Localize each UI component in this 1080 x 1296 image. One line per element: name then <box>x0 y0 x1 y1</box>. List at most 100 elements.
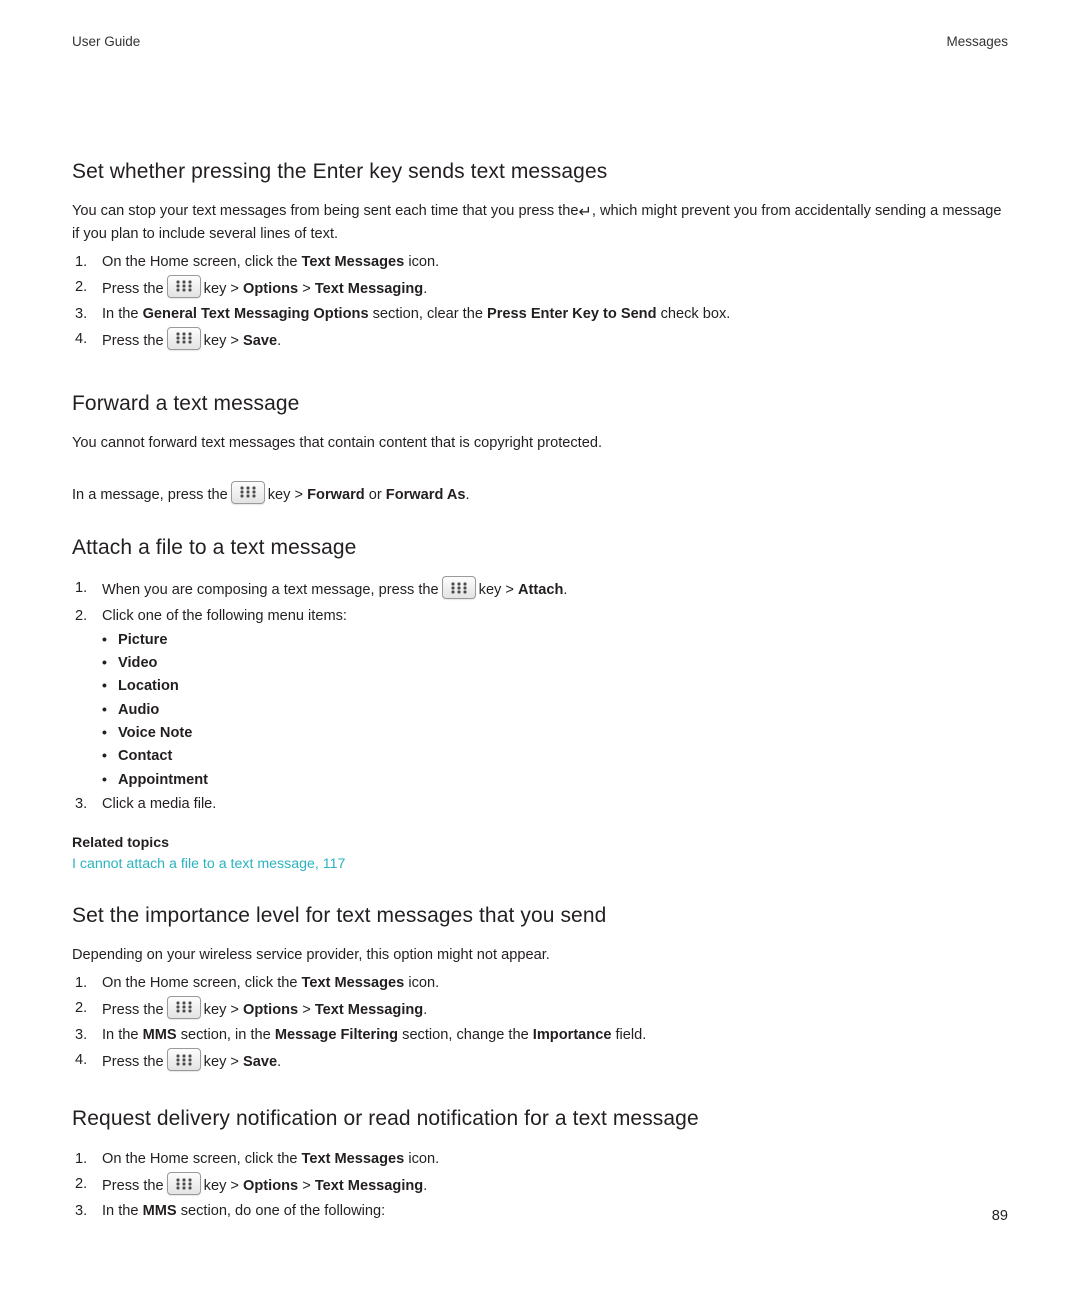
step-bold-text-messaging: Text Messaging <box>314 1001 424 1018</box>
step-text-3: section, change the <box>398 1027 533 1044</box>
page-number: 89 <box>991 1208 1008 1224</box>
blackberry-menu-key-icon <box>166 274 201 298</box>
step-number: 1. <box>75 580 88 597</box>
step-text-tail: icon. <box>404 1151 440 1168</box>
step-item: 4. Press the key > Save. <box>72 326 1008 354</box>
step-bold-text-messaging: Text Messaging <box>314 1178 424 1195</box>
section-title-importance: Set the importance level for text messag… <box>72 904 607 928</box>
step-item: 1. When you are composing a text message,… <box>72 576 1008 603</box>
step-text-key: key > <box>478 582 514 599</box>
step-bold-importance: Importance <box>532 1027 612 1044</box>
step-end: . <box>423 280 428 297</box>
running-head-left: User Guide <box>72 34 141 49</box>
step-end: . <box>277 332 282 349</box>
instruction-text-2: key > <box>267 486 304 503</box>
steps-list-notification: 1. On the Home screen, click the Text Mes… <box>72 1147 1008 1224</box>
section-title-enter-key: Set whether pressing the Enter key sends… <box>72 160 608 183</box>
instruction-bold-forward: Forward <box>307 486 365 503</box>
step-item: 1. On the Home screen, click the Text Mes… <box>72 1147 1008 1172</box>
blackberry-menu-key-icon <box>166 326 201 350</box>
step-bold-mms: MMS <box>142 1027 177 1044</box>
section-title-notification: Request delivery notification or read no… <box>72 1107 699 1131</box>
step-text-4: field. <box>611 1027 647 1044</box>
step-bold-attach: Attach <box>518 582 564 599</box>
step-number: 4. <box>75 1052 88 1069</box>
step-item: 2. Click one of the following menu items: <box>72 604 1008 629</box>
page-content: Set whether pressing the Enter key sends… <box>72 160 1008 1225</box>
step-bold-message-filtering: Message Filtering <box>274 1027 399 1044</box>
list-item: • Audio <box>72 699 1008 722</box>
step-item: 4. Press the key > Save. <box>72 1048 1008 1075</box>
step-text: When you are composing a text message, p… <box>102 582 439 599</box>
instruction-text-4: . <box>465 486 470 503</box>
step-text-2: section, do one of the following: <box>176 1203 386 1220</box>
bullet-icon: • <box>102 700 107 717</box>
bullet-icon: • <box>102 653 107 670</box>
section-intro-importance: Depending on your wireless service provi… <box>72 947 550 964</box>
step-text-2: section, clear the <box>368 305 487 322</box>
step-number: 3. <box>75 796 88 813</box>
step-item: 3. In the General Text Messaging Options … <box>72 302 1008 327</box>
step-number: 3. <box>75 305 88 322</box>
list-item: • Picture <box>72 629 1008 652</box>
step-text-key: key > <box>203 332 239 349</box>
step-item: 3. Click a media file. <box>72 792 1008 817</box>
blackberry-menu-key-icon <box>441 576 476 600</box>
step-bold-options: Options <box>243 1001 299 1018</box>
attach-menu-items-list: • Picture • Video • Location • Audio • Voice … <box>72 629 1008 792</box>
related-topic-link[interactable]: I cannot attach a file to a text message… <box>72 856 1008 872</box>
step-bold-save: Save <box>243 1054 278 1071</box>
steps-list-enter-key: 1. On the Home screen, click the Text Mes… <box>72 250 1008 354</box>
instruction-text-1: In a message, press the <box>72 486 228 503</box>
bullet-icon: • <box>102 677 107 694</box>
list-item: • Video <box>72 652 1008 675</box>
menu-item-label: Video <box>118 654 158 671</box>
step-bold: Text Messages <box>301 253 405 270</box>
step-item: 3. In the MMS section, do one of the foll… <box>72 1199 1008 1224</box>
step-text: In the <box>102 1203 143 1220</box>
step-end: . <box>563 582 568 599</box>
step-text-tail: icon. <box>404 253 440 270</box>
step-bold-save: Save <box>243 332 278 349</box>
step-item: 1. On the Home screen, click the Text Mes… <box>72 250 1008 275</box>
step-end: . <box>277 1054 282 1071</box>
related-topics-heading: Related topics <box>72 835 169 852</box>
list-item: • Location <box>72 675 1008 698</box>
section-title-attach: Attach a file to a text message <box>72 536 357 560</box>
step-text-key: key > <box>203 280 239 297</box>
blackberry-menu-key-icon <box>166 995 201 1019</box>
step-bold: Text Messages <box>301 1151 405 1168</box>
step-item: 2. Press the key > Options > Text Messagin… <box>72 1172 1008 1199</box>
step-text: Click a media file. <box>102 796 217 813</box>
list-item: • Contact <box>72 745 1008 768</box>
blackberry-menu-key-icon <box>230 480 265 504</box>
step-text: Click one of the following menu items: <box>102 607 347 624</box>
step-number: 1. <box>75 1151 88 1168</box>
blackberry-menu-key-icon <box>166 1048 201 1072</box>
section-intro-forward: You cannot forward text messages that co… <box>72 434 603 451</box>
step-text-tail: icon. <box>404 974 440 991</box>
step-text-3: check box. <box>656 305 731 322</box>
intro-text-part1: You can stop your text messages from bei… <box>72 203 579 219</box>
blackberry-menu-key-icon <box>166 1172 201 1196</box>
step-bold-options: Options <box>243 1178 299 1195</box>
bullet-icon: • <box>102 747 107 764</box>
instruction-bold-forward-as: Forward As <box>385 486 466 503</box>
step-text-key: key > <box>203 1001 239 1018</box>
step-number: 2. <box>75 607 88 624</box>
step-end: . <box>423 1001 428 1018</box>
instruction-text-3: or <box>368 486 382 503</box>
step-text: Press the <box>102 1054 164 1071</box>
menu-item-label: Voice Note <box>118 725 193 741</box>
step-sep: > <box>302 1001 311 1018</box>
step-bold-general-options: General Text Messaging Options <box>142 305 369 322</box>
list-item: • Voice Note <box>72 722 1008 745</box>
step-text: On the Home screen, click the <box>102 1151 302 1168</box>
forward-instruction: In a message, press the key > Forward or … <box>72 480 1008 507</box>
steps-list-importance: 1. On the Home screen, click the Text Mes… <box>72 971 1008 1075</box>
bullet-icon: • <box>102 630 107 647</box>
enter-key-icon: ↵ <box>578 202 592 221</box>
bullet-icon: • <box>102 724 107 740</box>
bullet-icon: • <box>102 770 107 787</box>
step-text: Press the <box>102 280 164 297</box>
